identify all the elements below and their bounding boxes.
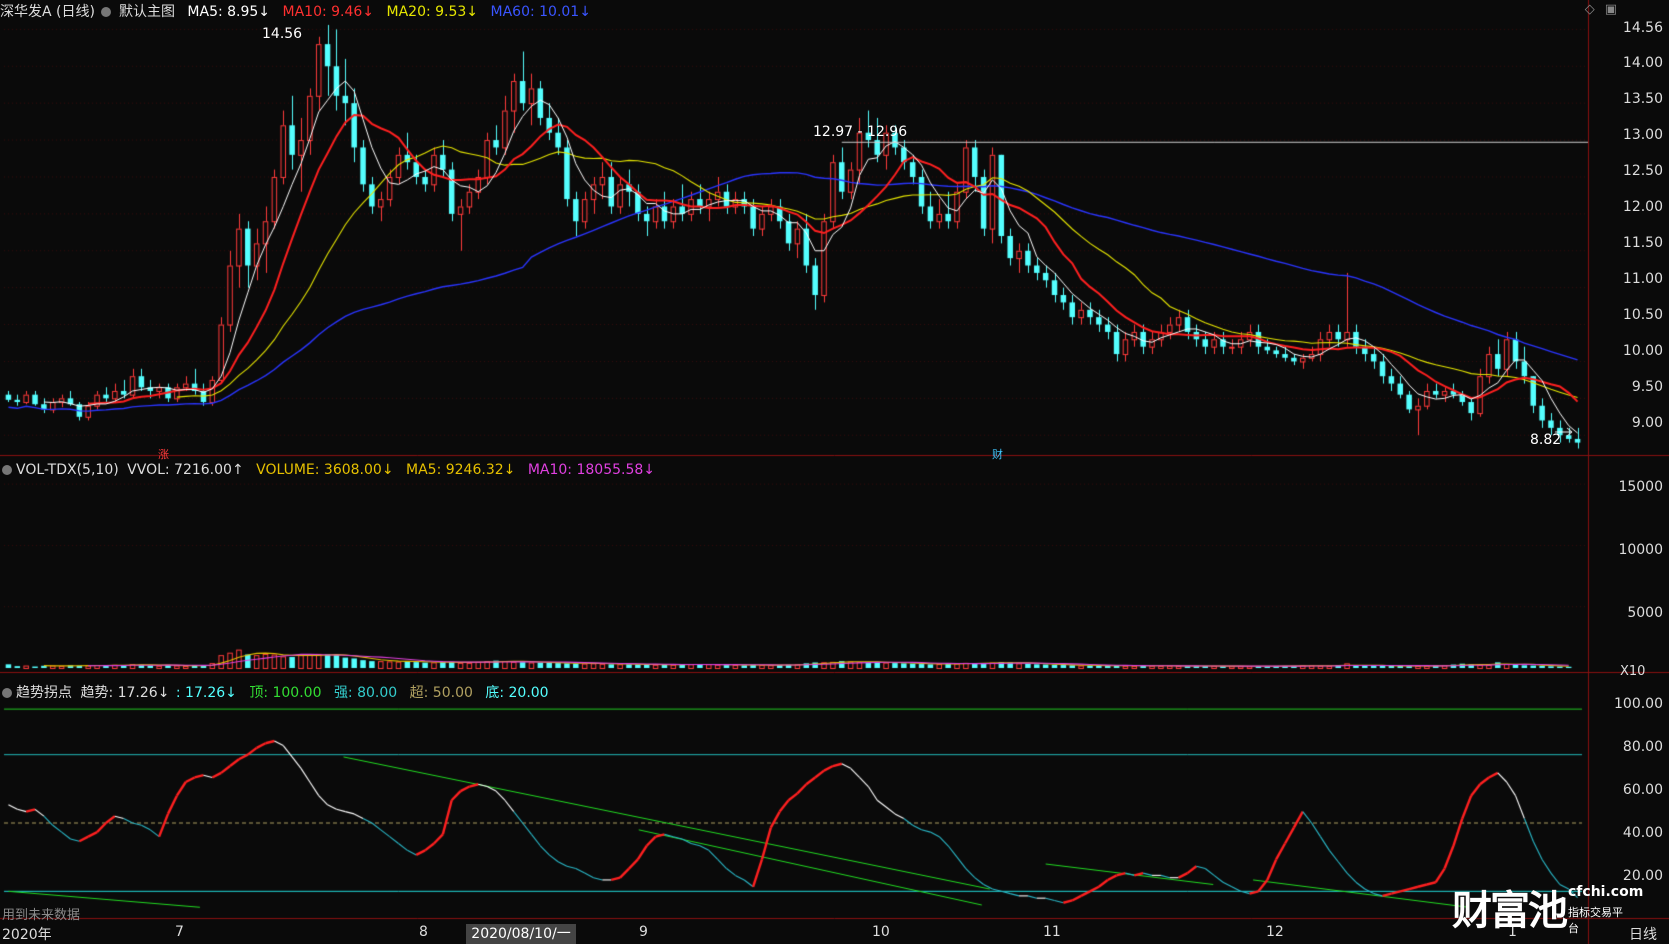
brand-name: 财富池 [1452,888,1568,934]
price-tick: 14.56 [1622,20,1663,36]
price-tick: 12.50 [1622,163,1663,179]
vol-unit: X10 [1620,664,1646,679]
x-tick: 8 [419,924,428,940]
brand-slogan: 指标交易平台 [1568,906,1623,935]
trend2-value: : 17.26↓ [175,685,237,701]
ma5-value: MA5: 8.95↓ [187,4,271,20]
future-data-note: 用到未来数据 [2,908,81,923]
strong-value: 强: 80.00 [333,685,398,701]
x-tick: 7 [175,924,184,940]
stock-title[interactable]: 深华发A (日线) [0,4,95,20]
brand-site: cfchi.com [1568,884,1644,900]
main-chart-header: 深华发A (日线) 默认主图 MA5: 8.95↓ MA10: 9.46↓ MA2… [0,2,599,22]
finance-marker[interactable]: 财 [992,446,1003,462]
ma20-value: MA20: 9.53↓ [386,4,479,20]
rise-marker[interactable]: 涨 [158,446,169,462]
top-value: 顶: 100.00 [249,685,322,701]
ind-menu-dot-icon[interactable] [2,688,12,698]
price-tick: 12.00 [1622,199,1663,215]
ind-tick: 100.00 [1614,696,1663,712]
ind-tick: 80.00 [1622,739,1663,755]
x-tick: 12 [1266,924,1284,940]
vol-indicator-name[interactable]: VOL-TDX(5,10) [16,462,119,478]
x-tick: 11 [1043,924,1061,940]
x-tick: 10 [872,924,890,940]
period-label[interactable]: 日线 [1629,924,1657,944]
price-tick: 13.50 [1622,91,1663,107]
bottom-value: 底: 20.00 [485,685,549,701]
window-controls: ◇ ▣ [1575,2,1617,17]
price-tick: 9.00 [1631,415,1663,431]
price-tick: 10.00 [1622,343,1663,359]
price-tick: 13.00 [1622,127,1663,143]
volume-value: VOLUME: 3608.00↓ [256,462,394,478]
template-dot-icon[interactable] [100,7,111,17]
ma60-value: MA60: 10.01↓ [490,4,591,20]
range-label: 12.97 - 12.96 [813,124,908,140]
price-tick: 10.50 [1622,307,1663,323]
vvol-value: VVOL: 7216.00↑ [127,462,244,478]
vol-ma5-value: MA5: 9246.32↓ [406,462,516,478]
diamond-icon[interactable]: ◇ [1585,2,1595,17]
template-name[interactable]: 默认主图 [119,4,175,20]
x-tick: 9 [639,924,648,940]
price-tick: 11.00 [1622,271,1663,287]
x-tick: 2020年 [2,927,52,943]
indicator-header: 趋势拐点 趋势: 17.26↓ : 17.26↓ 顶: 100.00 强: 80… [0,683,557,703]
high-price-label: 14.56 [262,26,303,42]
vol-tick: 5000 [1627,605,1663,621]
restore-icon[interactable]: ▣ [1605,2,1617,17]
brand-watermark: 财富池 cfchi.com 指标交易平台 [1452,878,1643,935]
over-value: 超: 50.00 [409,685,473,701]
price-tick: 11.50 [1622,235,1663,251]
ind-tick: 60.00 [1622,782,1663,798]
price-tick: 14.00 [1622,55,1663,71]
price-tick: 9.50 [1631,379,1663,395]
ind-tick: 40.00 [1622,825,1663,841]
vol-tick: 10000 [1618,542,1663,558]
trend-value: 趋势: 17.26↓ [80,685,170,701]
vol-menu-dot-icon[interactable] [2,465,12,475]
vol-ma10-value: MA10: 18055.58↓ [527,462,655,478]
vol-tick: 15000 [1618,479,1663,495]
ma10-value: MA10: 9.46↓ [282,4,375,20]
indicator-name[interactable]: 趋势拐点 [16,685,72,701]
low-price-label: 8.82 [1530,432,1562,448]
volume-header: VOL-TDX(5,10) VVOL: 7216.00↑ VOLUME: 360… [0,460,663,480]
cursor-date-box: 2020/08/10/一 [466,924,576,944]
